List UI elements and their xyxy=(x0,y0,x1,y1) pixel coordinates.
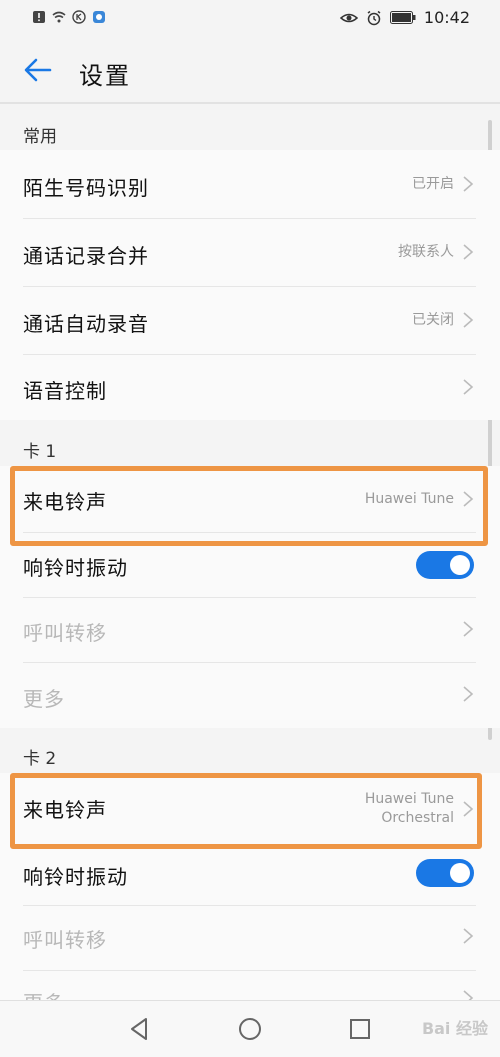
chevron-right-icon xyxy=(463,621,474,637)
chevron-right-icon xyxy=(463,312,474,328)
clock-time: 10:42 xyxy=(423,8,470,27)
section-header-card1: 卡 1 xyxy=(23,442,57,462)
chevron-right-icon xyxy=(463,686,474,702)
row-call-log-merge[interactable]: 按联系人 通话记录合并 xyxy=(0,219,500,286)
chevron-right-icon xyxy=(463,801,474,817)
vibrate-toggle[interactable] xyxy=(416,859,474,887)
row-value: 按联系人 xyxy=(398,244,454,260)
row-card1-call-forward[interactable]: 呼叫转移 xyxy=(0,598,500,662)
status-bar: 10:42 xyxy=(0,0,500,38)
row-card1-vibrate: 响铃时振动 xyxy=(0,533,500,597)
chevron-right-icon xyxy=(463,491,474,507)
row-label: 呼叫转移 xyxy=(23,928,107,952)
section-header-card2: 卡 2 xyxy=(23,749,57,769)
row-label: 语音控制 xyxy=(23,379,107,403)
chevron-right-icon xyxy=(463,990,474,1000)
row-label: 响铃时振动 xyxy=(23,556,128,580)
row-label: 通话自动录音 xyxy=(23,312,149,336)
app-bar-divider xyxy=(0,102,500,104)
watermark: Bai 经验 xyxy=(421,1019,488,1038)
nav-recents-icon[interactable] xyxy=(346,1015,374,1043)
chevron-right-icon xyxy=(463,928,474,944)
vibrate-toggle[interactable] xyxy=(416,551,474,579)
row-card2-vibrate: 响铃时振动 xyxy=(0,846,500,910)
row-value-line2: Orchestral xyxy=(381,810,454,826)
nav-back-icon[interactable] xyxy=(126,1015,154,1043)
sim-alert-icon xyxy=(33,11,45,23)
row-label: 来电铃声 xyxy=(23,490,107,514)
row-value: Huawei Tune xyxy=(364,491,454,507)
chevron-right-icon xyxy=(463,244,474,260)
row-value-line1: Huawei Tune xyxy=(364,791,454,807)
alarm-icon xyxy=(367,10,381,25)
row-value: 已关闭 xyxy=(412,312,454,328)
row-card2-ringtone[interactable]: 来电铃声 Huawei Tune Orchestral xyxy=(0,773,500,845)
row-card2-more[interactable]: 更多 xyxy=(0,971,500,1000)
toggle-knob xyxy=(450,555,470,575)
row-label: 更多 xyxy=(23,987,65,1000)
app-bar: 设置 xyxy=(0,38,500,102)
row-label: 陌生号码识别 xyxy=(23,176,149,200)
chevron-right-icon xyxy=(463,176,474,192)
eye-comfort-icon xyxy=(339,13,358,22)
nav-home-icon[interactable] xyxy=(236,1015,264,1043)
card1-settings-group: 来电铃声 Huawei Tune 响铃时振动 呼叫转移 更多 xyxy=(0,466,500,728)
battery-icon xyxy=(389,11,416,24)
row-voice-control[interactable]: 语音控制 xyxy=(0,355,500,420)
app-notification-icon xyxy=(93,11,105,23)
system-nav-bar: Bai 经验 xyxy=(0,1000,500,1057)
common-settings-group: 陌生号码识别 已开启 按联系人 通话记录合并 通话自动录音 已关闭 语音控制 xyxy=(0,150,500,420)
row-card1-ringtone[interactable]: 来电铃声 Huawei Tune xyxy=(0,466,500,532)
row-label: 响铃时振动 xyxy=(23,865,128,889)
chevron-right-icon xyxy=(463,379,474,395)
row-value: 已开启 xyxy=(412,176,454,192)
row-card2-call-forward[interactable]: 呼叫转移 xyxy=(0,906,500,970)
back-arrow-icon[interactable] xyxy=(22,54,54,86)
row-label: 来电铃声 xyxy=(23,798,107,822)
row-label: 通话记录合并 xyxy=(23,244,149,268)
k-app-icon xyxy=(72,10,86,24)
row-label: 更多 xyxy=(23,687,65,711)
card2-settings-group: 来电铃声 Huawei Tune Orchestral 响铃时振动 呼叫转移 更… xyxy=(0,773,500,1000)
status-left-icons xyxy=(32,10,106,24)
row-card1-more[interactable]: 更多 xyxy=(0,663,500,728)
section-header-common: 常用 xyxy=(23,127,57,147)
status-right-icons: 10:42 xyxy=(339,8,470,27)
wifi-icon xyxy=(52,11,66,23)
page-title: 设置 xyxy=(79,62,131,90)
row-auto-record[interactable]: 通话自动录音 已关闭 xyxy=(0,287,500,354)
toggle-knob xyxy=(450,863,470,883)
row-unknown-number-id[interactable]: 陌生号码识别 已开启 xyxy=(0,150,500,218)
row-label: 呼叫转移 xyxy=(23,621,107,645)
